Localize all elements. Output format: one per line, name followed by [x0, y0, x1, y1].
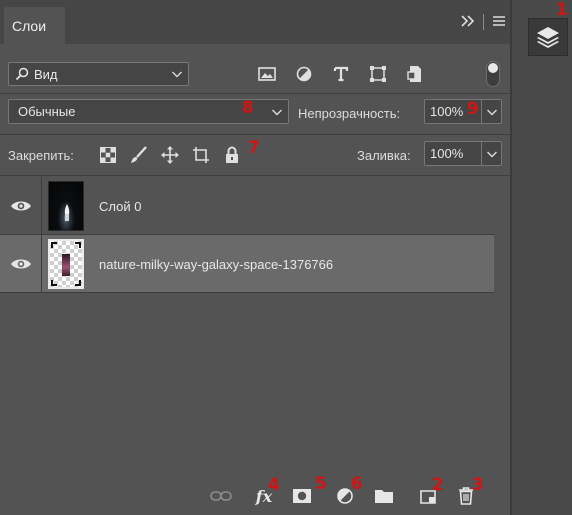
blend-mode-value: Обычные [18, 104, 76, 119]
fill-dropdown[interactable] [481, 142, 501, 165]
lock-all-icon[interactable] [222, 145, 242, 165]
header-separator [483, 14, 484, 30]
marker-3: 3 [472, 475, 484, 495]
hamburger-menu-icon[interactable] [492, 14, 506, 30]
chevron-down-icon [172, 71, 182, 78]
thumbnail-corner [51, 242, 57, 248]
layer-thumbnail[interactable] [48, 181, 84, 231]
fill-value: 100% [430, 146, 464, 161]
filter-toggle[interactable] [486, 61, 500, 87]
opacity-label: Непрозрачность: [298, 106, 401, 121]
marker-2: 2 [432, 475, 444, 495]
marker-1: 1 [556, 0, 568, 20]
chevron-down-icon [486, 109, 497, 115]
filter-icons [255, 62, 427, 86]
tab-layers[interactable]: Слои [4, 7, 65, 44]
type-filter-icon[interactable] [329, 62, 353, 86]
layer-row[interactable]: Слой 0 [0, 177, 494, 235]
link-layers-icon[interactable] [210, 486, 232, 506]
layer-name[interactable]: Слой 0 [99, 199, 141, 214]
fill-field[interactable]: 100% [424, 141, 502, 166]
lock-image-pixels-icon[interactable] [129, 145, 149, 165]
visibility-separator [41, 177, 42, 235]
thumbnail-content [62, 254, 70, 276]
marker-6: 6 [351, 474, 363, 494]
thumbnail-corner [75, 242, 81, 248]
lock-icons [98, 145, 242, 165]
layer-name[interactable]: nature-milky-way-galaxy-space-1376766 [99, 257, 333, 272]
lock-label: Закрепить: [8, 148, 74, 163]
add-mask-icon[interactable] [291, 486, 313, 506]
layer-thumbnail[interactable] [48, 239, 84, 289]
filter-row: Вид [0, 56, 510, 90]
folder-icon[interactable] [373, 486, 395, 506]
layers-panel: Слои Вид Обычные Непрозрачность: 100% За… [0, 0, 510, 515]
thumbnail-corner [75, 280, 81, 286]
layers-list: Слой 0 nature-milky-way-galaxy-space-137… [0, 177, 494, 293]
tab-label: Слои [12, 17, 47, 34]
eye-icon[interactable] [10, 256, 32, 272]
marker-8: 8 [242, 98, 254, 118]
adjustment-filter-icon[interactable] [292, 62, 316, 86]
divider [0, 134, 510, 135]
divider [0, 175, 510, 176]
blend-row: Обычные Непрозрачность: 100% [0, 96, 510, 130]
layers-stack-icon [537, 27, 559, 48]
opacity-field[interactable]: 100% [424, 99, 502, 124]
thumbnail-corner [51, 280, 57, 286]
chevron-down-icon [486, 151, 497, 157]
fill-label: Заливка: [357, 148, 411, 163]
chevron-down-icon [272, 109, 282, 116]
visibility-separator [41, 235, 42, 293]
lock-position-icon[interactable] [160, 145, 180, 165]
marker-7: 7 [248, 138, 260, 158]
kind-filter-select[interactable]: Вид [8, 62, 189, 86]
search-icon [15, 67, 29, 81]
right-dock: 1 [510, 0, 572, 515]
opacity-dropdown[interactable] [481, 100, 501, 123]
shape-filter-icon[interactable] [366, 62, 390, 86]
lock-transparent-pixels-icon[interactable] [98, 145, 118, 165]
marker-4: 4 [268, 475, 280, 495]
lock-artboard-icon[interactable] [191, 145, 211, 165]
image-filter-icon[interactable] [255, 62, 279, 86]
kind-filter-label: Вид [34, 66, 58, 82]
layers-panel-button[interactable] [528, 18, 568, 56]
layer-row[interactable]: nature-milky-way-galaxy-space-1376766 [0, 235, 494, 293]
double-chevron-right-icon[interactable] [461, 14, 475, 30]
marker-5: 5 [315, 474, 327, 494]
marker-9: 9 [467, 99, 479, 119]
header-icons [461, 14, 506, 30]
smart-object-filter-icon[interactable] [403, 62, 427, 86]
eye-icon[interactable] [10, 198, 32, 214]
divider [0, 93, 510, 94]
panel-header: Слои [0, 0, 510, 44]
